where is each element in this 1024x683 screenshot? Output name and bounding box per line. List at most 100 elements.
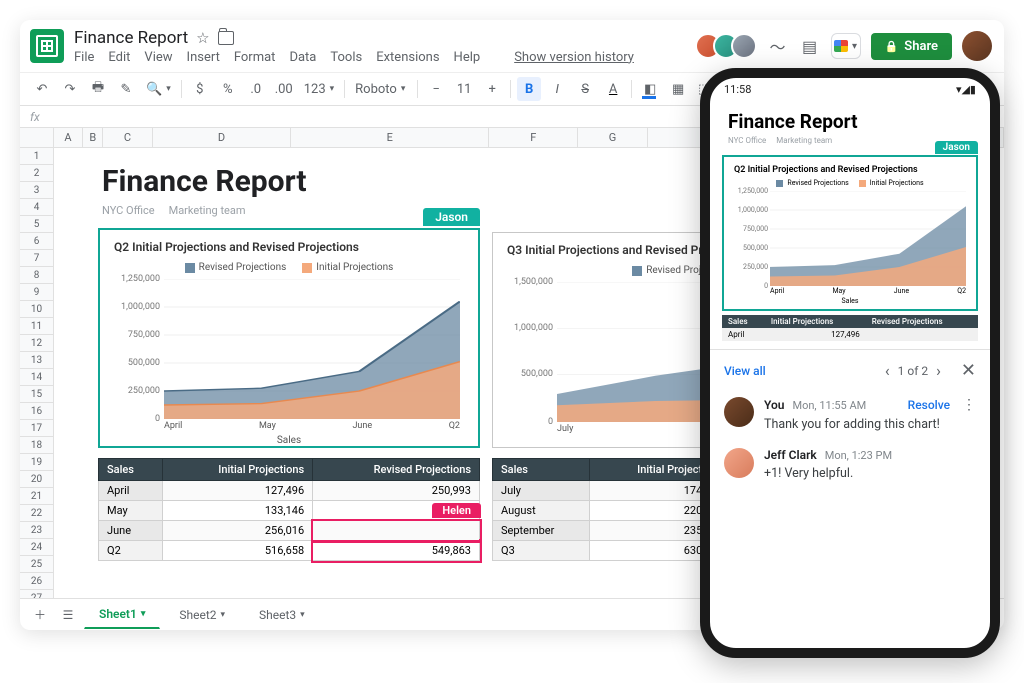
percent-icon[interactable]: % <box>216 77 240 101</box>
avatar[interactable] <box>731 33 757 59</box>
redo-icon[interactable]: ↷ <box>58 77 82 101</box>
col-header[interactable]: B <box>83 128 103 147</box>
table-q2[interactable]: SalesInitial ProjectionsRevised Projecti… <box>98 458 480 561</box>
comment-item: You Mon, 11:55 AM Resolve ⋮ Thank you fo… <box>724 397 976 432</box>
sheets-logo-icon[interactable] <box>30 29 64 63</box>
text-color-button[interactable]: A <box>601 77 625 101</box>
row-header[interactable]: 26 <box>20 573 53 590</box>
avatar <box>724 397 754 427</box>
sheet-tab[interactable]: Sheet3 <box>244 601 320 629</box>
row-header[interactable]: 14 <box>20 369 53 386</box>
bold-button[interactable]: B <box>517 77 541 101</box>
undo-icon[interactable]: ↶ <box>30 77 54 101</box>
mobile-comments-panel: View all ‹ 1 of 2 › ✕ You Mon, 11:55 AM … <box>710 349 990 491</box>
collaborator-avatars[interactable] <box>703 33 757 59</box>
font-size-increase[interactable]: + <box>480 77 504 101</box>
status-bar: 11:58 ▾◢▮ <box>710 78 990 100</box>
zoom-dropdown[interactable]: 🔍 <box>142 82 175 97</box>
row-header[interactable]: 8 <box>20 267 53 284</box>
row-header[interactable]: 9 <box>20 284 53 301</box>
row-header[interactable]: 7 <box>20 250 53 267</box>
account-avatar[interactable] <box>962 31 992 61</box>
menubar: File Edit View Insert Format Data Tools … <box>74 50 634 65</box>
close-icon[interactable]: ✕ <box>961 360 976 381</box>
menu-view[interactable]: View <box>144 50 172 65</box>
menu-data[interactable]: Data <box>289 50 316 65</box>
menu-file[interactable]: File <box>74 50 94 65</box>
row-header[interactable]: 18 <box>20 437 53 454</box>
row-header[interactable]: 5 <box>20 216 53 233</box>
version-history-link[interactable]: Show version history <box>514 50 634 65</box>
activity-icon[interactable]: 〜 <box>767 35 789 57</box>
currency-icon[interactable]: $ <box>188 77 212 101</box>
fill-color-button[interactable]: ◧ <box>638 77 662 101</box>
sheet-tab[interactable]: Sheet1 <box>84 600 160 629</box>
share-button[interactable]: Share <box>871 33 952 60</box>
font-size-value[interactable]: 11 <box>452 77 476 101</box>
row-header[interactable]: 10 <box>20 301 53 318</box>
col-header[interactable]: C <box>103 128 153 147</box>
chart-q2[interactable]: Jason Q2 Initial Projections and Revised… <box>98 228 480 448</box>
comment-author: You <box>764 398 784 412</box>
row-header[interactable]: 20 <box>20 471 53 488</box>
move-folder-icon[interactable] <box>218 31 234 45</box>
increase-decimal-icon[interactable]: .00 <box>272 77 296 101</box>
add-sheet-icon[interactable]: ＋ <box>28 603 52 627</box>
next-icon[interactable]: › <box>936 361 941 380</box>
view-all-link[interactable]: View all <box>724 364 766 378</box>
sheet-tab[interactable]: Sheet2 <box>164 601 240 629</box>
borders-button[interactable]: ▦ <box>666 77 690 101</box>
table-q3[interactable]: SalesInitial Projections July174,753 Aug… <box>492 458 732 561</box>
paint-format-icon[interactable]: ✎ <box>114 77 138 101</box>
resolve-button[interactable]: Resolve <box>908 398 950 412</box>
row-header[interactable]: 27 <box>20 590 53 598</box>
menu-extensions[interactable]: Extensions <box>376 50 439 65</box>
row-header[interactable]: 2 <box>20 165 53 182</box>
row-header[interactable]: 1 <box>20 148 53 165</box>
meet-icon[interactable] <box>831 33 861 59</box>
col-header[interactable]: A <box>54 128 84 147</box>
more-icon[interactable]: ⋮ <box>962 397 976 413</box>
menu-insert[interactable]: Insert <box>187 50 220 65</box>
menu-tools[interactable]: Tools <box>330 50 362 65</box>
comment-time: Mon, 1:23 PM <box>825 449 892 462</box>
col-header[interactable]: D <box>153 128 292 147</box>
print-icon[interactable]: 🖶 <box>86 77 110 101</box>
row-header[interactable]: 24 <box>20 539 53 556</box>
pager-label: 1 of 2 <box>898 364 928 378</box>
row-header[interactable]: 22 <box>20 505 53 522</box>
row-header[interactable]: 4 <box>20 199 53 216</box>
menu-format[interactable]: Format <box>234 50 276 65</box>
row-header[interactable]: 12 <box>20 335 53 352</box>
menu-edit[interactable]: Edit <box>108 50 130 65</box>
italic-button[interactable]: I <box>545 77 569 101</box>
row-header[interactable]: 25 <box>20 556 53 573</box>
mobile-table[interactable]: SalesInitial ProjectionsRevised Projecti… <box>722 315 978 341</box>
row-header[interactable]: 6 <box>20 233 53 250</box>
document-title[interactable]: Finance Report <box>74 28 188 48</box>
comment-time: Mon, 11:55 AM <box>792 399 866 412</box>
col-header[interactable]: E <box>291 128 489 147</box>
row-header[interactable]: 21 <box>20 488 53 505</box>
row-header[interactable]: 15 <box>20 386 53 403</box>
font-size-decrease[interactable]: − <box>424 77 448 101</box>
mobile-chart[interactable]: Jason Q2 Initial Projections and Revised… <box>722 155 978 311</box>
strikethrough-button[interactable]: S <box>573 77 597 101</box>
comments-icon[interactable]: ▤ <box>799 35 821 57</box>
all-sheets-icon[interactable]: ☰ <box>56 603 80 627</box>
row-header[interactable]: 3 <box>20 182 53 199</box>
number-format-dropdown[interactable]: 123 <box>300 82 338 97</box>
row-header[interactable]: 19 <box>20 454 53 471</box>
decrease-decimal-icon[interactable]: .0 <box>244 77 268 101</box>
row-header[interactable]: 11 <box>20 318 53 335</box>
row-header[interactable]: 17 <box>20 420 53 437</box>
row-header[interactable]: 16 <box>20 403 53 420</box>
menu-help[interactable]: Help <box>454 50 481 65</box>
row-header[interactable]: 23 <box>20 522 53 539</box>
col-header[interactable]: F <box>489 128 578 147</box>
star-icon[interactable]: ☆ <box>196 29 209 47</box>
prev-icon[interactable]: ‹ <box>885 361 890 380</box>
row-header[interactable]: 13 <box>20 352 53 369</box>
font-dropdown[interactable]: Roboto <box>351 82 411 97</box>
col-header[interactable]: G <box>578 128 647 147</box>
